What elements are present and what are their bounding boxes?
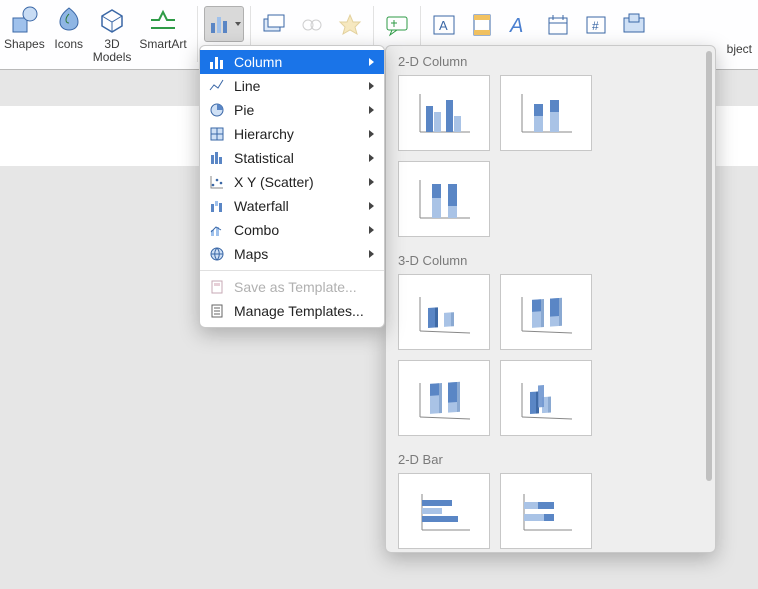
slide-number-button[interactable]: # (579, 8, 613, 42)
3d-100-stacked-column-thumb[interactable] (398, 360, 490, 436)
cube-icon (96, 4, 128, 36)
menu-line[interactable]: Line (200, 74, 384, 98)
line-icon (208, 77, 226, 95)
pie-icon (208, 101, 226, 119)
action-button[interactable] (333, 8, 367, 42)
gallery-scrollbar[interactable] (706, 51, 712, 481)
stacked-column-thumb[interactable] (500, 75, 592, 151)
statistical-icon (208, 149, 226, 167)
submenu-arrow-icon (369, 202, 374, 210)
chevron-down-icon (235, 22, 241, 26)
menu-label: Column (234, 54, 282, 70)
link-icon (299, 12, 325, 38)
svg-text:A: A (509, 15, 523, 37)
menu-label: Manage Templates... (234, 303, 364, 319)
3d-stacked-column-thumb[interactable] (500, 274, 592, 350)
menu-label: Save as Template... (234, 279, 357, 295)
menu-column[interactable]: Column (200, 50, 384, 74)
header-footer-icon (469, 12, 495, 38)
manage-templates-icon (208, 302, 226, 320)
calendar-icon (545, 12, 571, 38)
submenu-arrow-icon (369, 130, 374, 138)
hierarchy-icon (208, 125, 226, 143)
smartart-button[interactable]: SmartArt (135, 2, 190, 64)
100-stacked-column-thumb[interactable] (398, 161, 490, 237)
submenu-arrow-icon (369, 106, 374, 114)
link-button[interactable] (295, 8, 329, 42)
clustered-column-thumb[interactable] (398, 75, 490, 151)
menu-combo[interactable]: Combo (200, 218, 384, 242)
save-template-icon (208, 278, 226, 296)
3d-models-button[interactable]: 3D Models (89, 2, 136, 64)
gallery-heading-2d-bar: 2-D Bar (386, 444, 703, 473)
smartart-icon (147, 4, 179, 36)
chart-type-menu: Column Line Pie Hierarchy Statistical X … (199, 45, 385, 328)
stacked-bar-thumb[interactable] (500, 473, 592, 549)
clustered-bar-thumb[interactable] (398, 473, 490, 549)
submenu-arrow-icon (369, 82, 374, 90)
menu-pie[interactable]: Pie (200, 98, 384, 122)
icons-label: Icons (54, 38, 83, 51)
menu-label: Line (234, 78, 260, 94)
comment-button[interactable] (380, 8, 414, 42)
menu-manage-templates[interactable]: Manage Templates... (200, 299, 384, 323)
shapes-label: Shapes (4, 38, 45, 51)
svg-text:A: A (439, 18, 448, 33)
shapes-icon (8, 4, 40, 36)
column-chart-icon (207, 11, 233, 37)
menu-label: Combo (234, 222, 279, 238)
menu-label: Statistical (234, 150, 294, 166)
star-icon (337, 12, 363, 38)
icons-icon (53, 4, 85, 36)
menu-label: X Y (Scatter) (234, 174, 314, 190)
menu-label: Maps (234, 246, 268, 262)
textbox-icon: A (431, 12, 457, 38)
menu-save-template: Save as Template... (200, 275, 384, 299)
ribbon-divider (197, 6, 198, 62)
menu-separator (200, 270, 384, 271)
waterfall-icon (208, 197, 226, 215)
comment-icon (384, 12, 410, 38)
icons-button[interactable]: Icons (49, 2, 89, 64)
scatter-icon (208, 173, 226, 191)
slide-number-icon: # (583, 12, 609, 38)
submenu-arrow-icon (369, 154, 374, 162)
menu-maps[interactable]: Maps (200, 242, 384, 266)
maps-icon (208, 245, 226, 263)
gallery-heading-2d-column: 2-D Column (386, 46, 703, 75)
menu-statistical[interactable]: Statistical (200, 146, 384, 170)
menu-label: Hierarchy (234, 126, 294, 142)
header-footer-button[interactable] (465, 8, 499, 42)
smartart-label: SmartArt (139, 38, 186, 51)
object-button[interactable] (617, 8, 651, 42)
submenu-arrow-icon (369, 178, 374, 186)
menu-scatter[interactable]: X Y (Scatter) (200, 170, 384, 194)
wordart-button[interactable]: A (503, 8, 537, 42)
menu-label: Pie (234, 102, 254, 118)
insert-chart-button[interactable] (204, 6, 244, 42)
object-label-fragment: bject (727, 42, 752, 56)
column-chart-gallery: 2-D Column 3-D Column (385, 45, 716, 553)
addins-icon (261, 12, 287, 38)
gallery-heading-3d-column: 3-D Column (386, 245, 703, 274)
submenu-arrow-icon (369, 58, 374, 66)
combo-icon (208, 221, 226, 239)
menu-hierarchy[interactable]: Hierarchy (200, 122, 384, 146)
date-time-button[interactable] (541, 8, 575, 42)
3d-models-label: 3D Models (93, 38, 132, 64)
textbox-button[interactable]: A (427, 8, 461, 42)
3d-clustered-column-thumb[interactable] (398, 274, 490, 350)
3d-column-thumb[interactable] (500, 360, 592, 436)
shapes-button[interactable]: Shapes (0, 2, 49, 64)
wordart-icon: A (507, 12, 533, 38)
submenu-arrow-icon (369, 250, 374, 258)
menu-waterfall[interactable]: Waterfall (200, 194, 384, 218)
submenu-arrow-icon (369, 226, 374, 234)
my-addins-button[interactable] (257, 8, 291, 42)
column-icon (208, 53, 226, 71)
object-icon (621, 12, 647, 38)
menu-label: Waterfall (234, 198, 289, 214)
svg-text:#: # (592, 19, 599, 33)
